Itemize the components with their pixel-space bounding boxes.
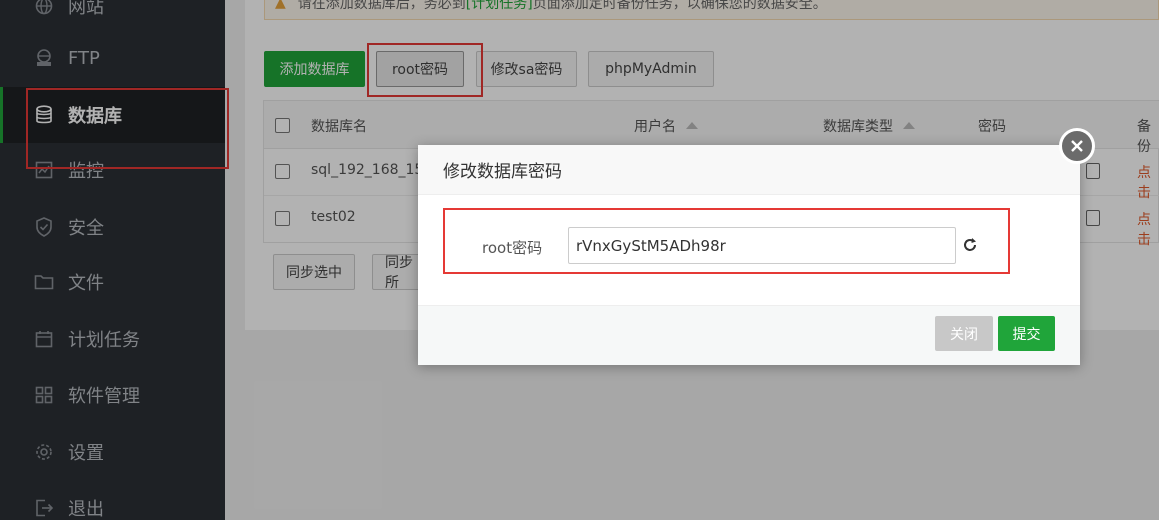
- close-button[interactable]: 关闭: [935, 316, 993, 351]
- submit-button[interactable]: 提交: [998, 316, 1055, 351]
- dialog-title: 修改数据库密码: [418, 145, 1080, 195]
- change-password-dialog: 修改数据库密码 root密码 关闭 提交: [418, 145, 1080, 365]
- dialog-close-icon[interactable]: [1059, 128, 1095, 164]
- highlight-box: [443, 208, 1010, 274]
